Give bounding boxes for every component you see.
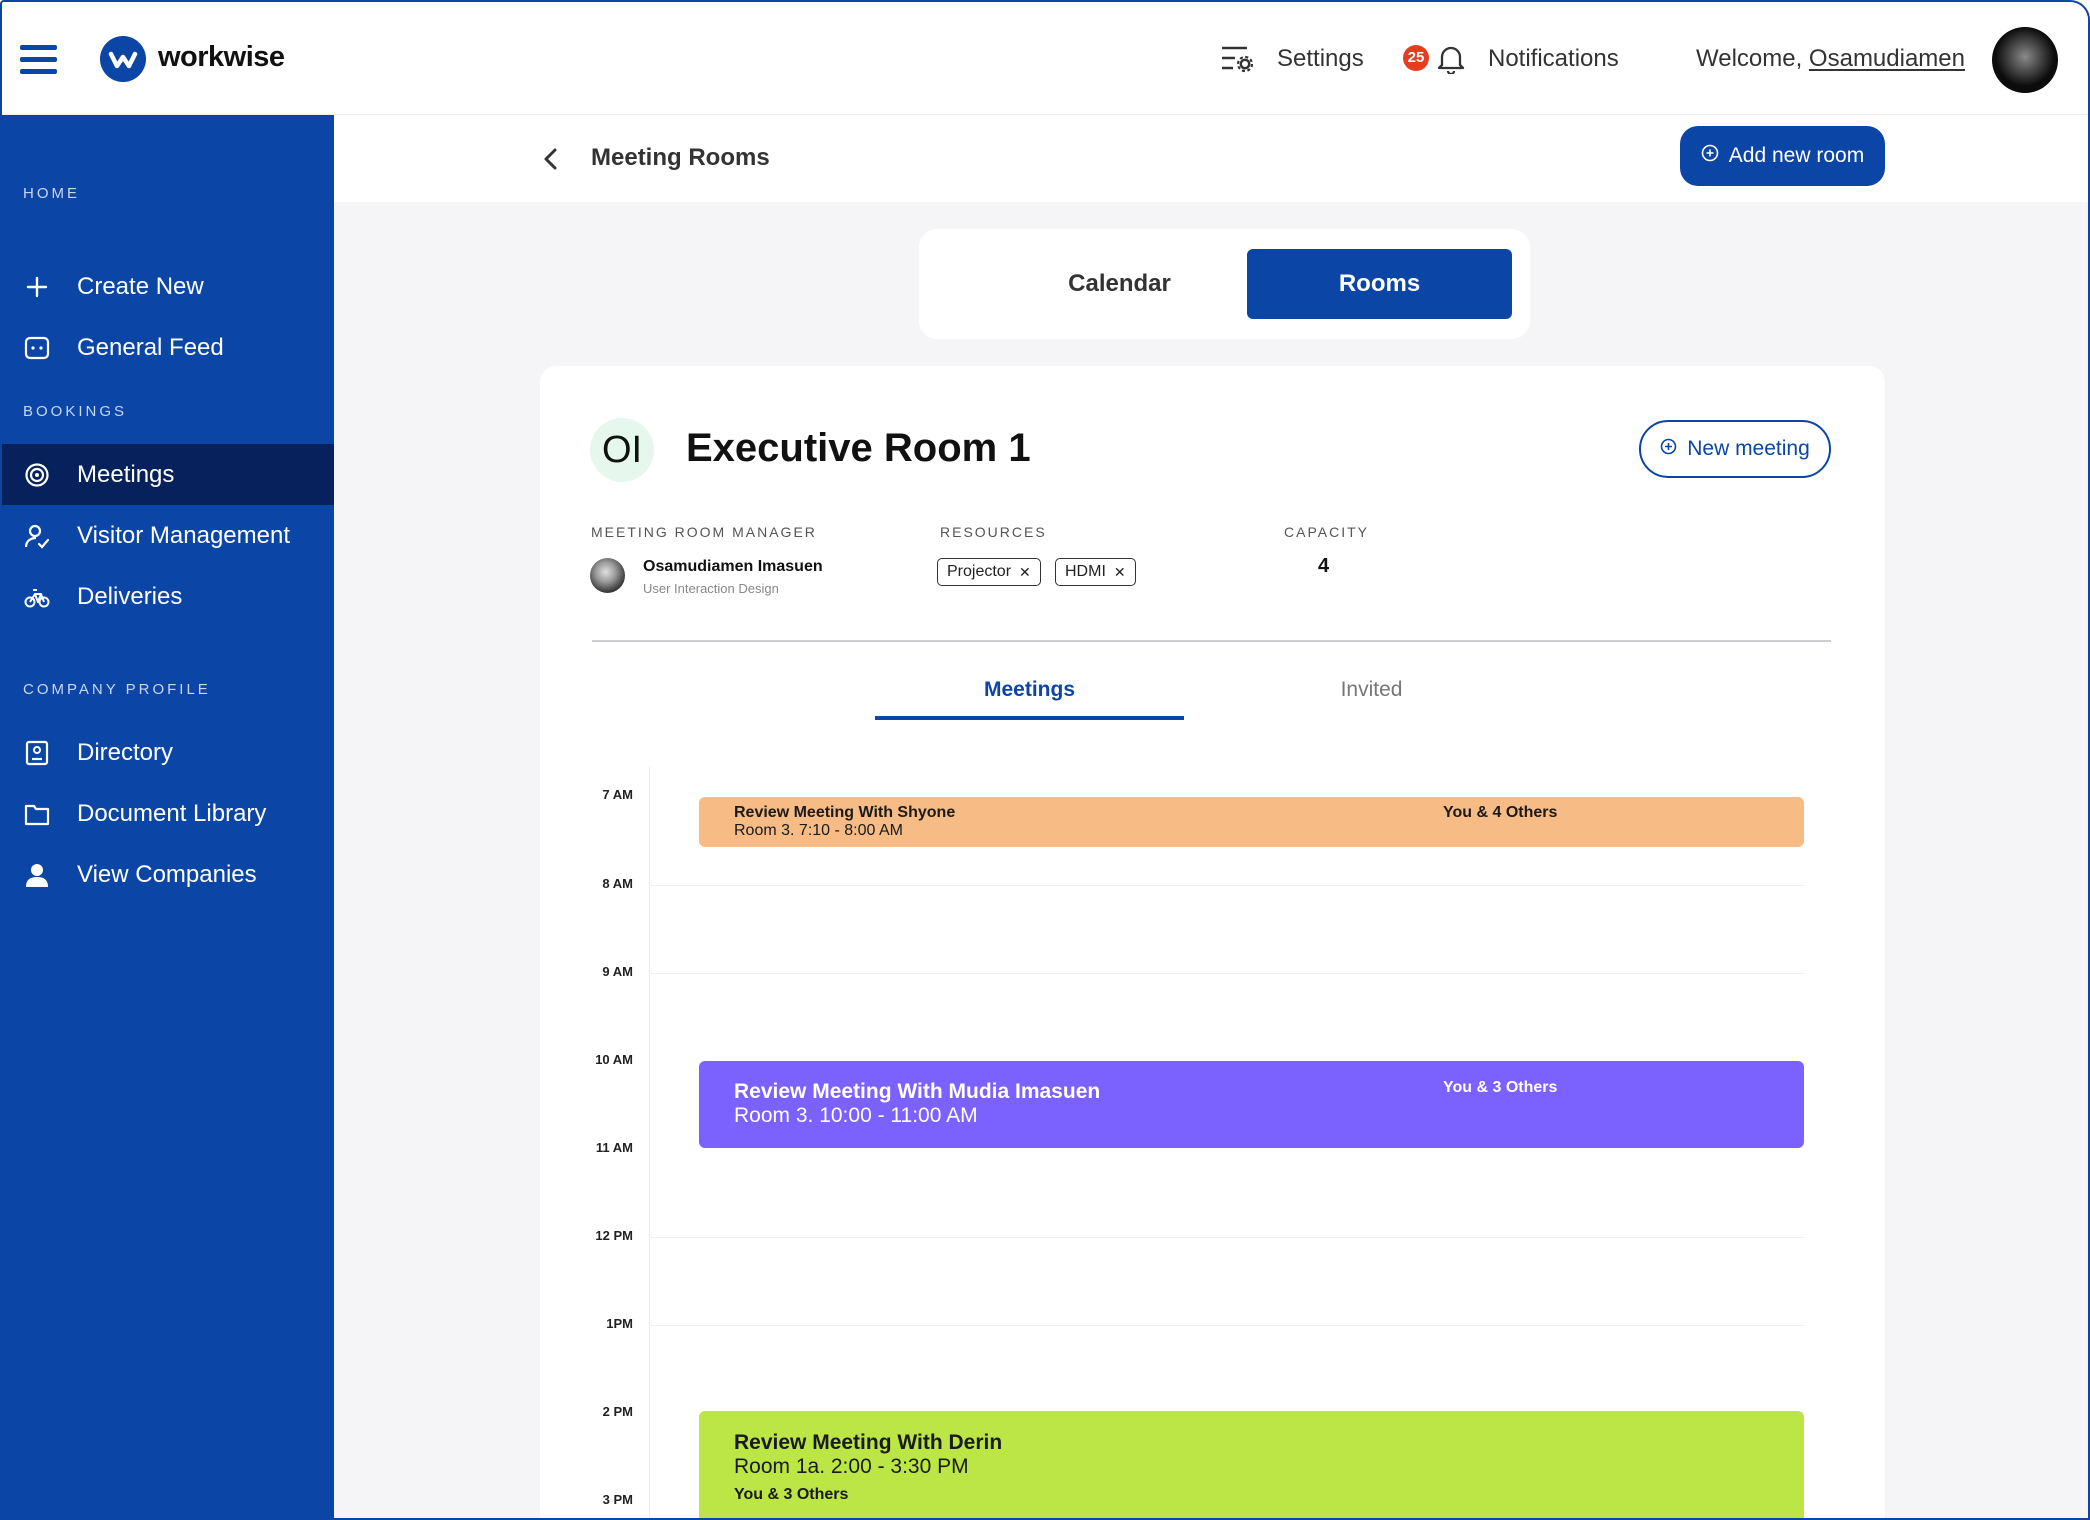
top-bar: workwise Settings 25 Notifications Welco… bbox=[2, 2, 2088, 115]
room-initials-avatar: OI bbox=[590, 418, 654, 482]
sidebar-item-label: Deliveries bbox=[77, 582, 183, 610]
event-title: Review Meeting With Shyone bbox=[734, 804, 956, 821]
sidebar-item-document-library[interactable]: Document Library bbox=[2, 783, 334, 844]
section-divider bbox=[592, 640, 1831, 642]
schedule-axis bbox=[649, 767, 650, 1518]
settings-icon[interactable] bbox=[1221, 44, 1254, 74]
target-icon bbox=[23, 461, 51, 489]
app-window: workwise Settings 25 Notifications Welco… bbox=[0, 0, 2090, 1520]
tab-calendar[interactable]: Calendar bbox=[990, 248, 1249, 319]
sidebar-item-visitor-management[interactable]: Visitor Management bbox=[2, 505, 334, 566]
sidebar-item-create-new[interactable]: Create New bbox=[2, 256, 334, 317]
resource-chip: Projector ✕ bbox=[937, 558, 1041, 586]
remove-resource-icon[interactable]: ✕ bbox=[1114, 564, 1126, 581]
hour-gridline bbox=[650, 1325, 1805, 1326]
event-attendees: You & 4 Others bbox=[1443, 804, 1558, 821]
visitor-icon bbox=[23, 522, 51, 550]
meeting-event[interactable]: Review Meeting With Mudia Imasuen Room 3… bbox=[699, 1061, 1804, 1148]
resources-label: RESOURCES bbox=[940, 524, 1047, 540]
plus-circle-icon bbox=[1660, 437, 1677, 461]
event-details: Room 1a. 2:00 - 3:30 PM bbox=[734, 1455, 969, 1478]
hour-label: 3 PM bbox=[602, 1492, 633, 1507]
active-tab-indicator bbox=[875, 716, 1184, 720]
capacity-value: 4 bbox=[1318, 555, 1330, 577]
sidebar-heading-bookings: BOOKINGS bbox=[23, 403, 128, 420]
tab-invited[interactable]: Invited bbox=[1217, 678, 1526, 702]
sidebar-item-label: Create New bbox=[77, 272, 204, 300]
sidebar-item-label: Visitor Management bbox=[77, 521, 290, 549]
sidebar-item-label: Meetings bbox=[77, 460, 175, 488]
sidebar-item-directory[interactable]: Directory bbox=[2, 722, 334, 783]
resource-chip-label: Projector bbox=[947, 563, 1012, 580]
remove-resource-icon[interactable]: ✕ bbox=[1019, 564, 1031, 581]
event-title: Review Meeting With Mudia Imasuen bbox=[734, 1080, 1101, 1103]
capacity-label: CAPACITY bbox=[1284, 524, 1369, 540]
sidebar-item-label: Directory bbox=[77, 738, 174, 766]
new-meeting-button[interactable]: New meeting bbox=[1639, 420, 1831, 478]
hour-label: 8 AM bbox=[602, 876, 633, 891]
notifications-link[interactable]: Notifications bbox=[1488, 45, 1619, 73]
hour-label: 10 AM bbox=[595, 1052, 633, 1067]
workwise-logo-icon[interactable] bbox=[100, 36, 146, 82]
hour-label: 11 AM bbox=[595, 1140, 633, 1155]
manager-role: User Interaction Design bbox=[643, 581, 779, 596]
sidebar-item-label: Document Library bbox=[77, 799, 267, 827]
plus-circle-icon bbox=[1701, 144, 1719, 168]
notification-count-badge: 25 bbox=[1403, 45, 1429, 71]
hour-label: 1PM bbox=[606, 1316, 633, 1331]
manager-name: Osamudiamen Imasuen bbox=[643, 558, 823, 575]
feed-icon bbox=[23, 334, 51, 362]
page-title: Meeting Rooms bbox=[591, 144, 770, 171]
sidebar-item-meetings[interactable]: Meetings bbox=[2, 444, 334, 505]
hour-gridline bbox=[650, 1237, 1805, 1238]
sidebar: HOME Create New General Feed BOOKINGS Me… bbox=[2, 115, 334, 1518]
new-meeting-label: New meeting bbox=[1687, 437, 1810, 460]
resource-chip: HDMI ✕ bbox=[1055, 558, 1136, 586]
hour-label: 7 AM bbox=[602, 787, 633, 802]
bell-icon[interactable] bbox=[1437, 44, 1465, 76]
back-arrow-icon[interactable] bbox=[539, 145, 563, 173]
brand-name[interactable]: workwise bbox=[158, 41, 285, 74]
hour-gridline bbox=[650, 973, 1805, 974]
sidebar-heading-home: HOME bbox=[23, 185, 80, 202]
hour-label: 12 PM bbox=[595, 1228, 633, 1243]
person-icon bbox=[23, 861, 51, 889]
sidebar-item-label: View Companies bbox=[77, 860, 257, 888]
hour-label: 2 PM bbox=[602, 1404, 633, 1419]
manager-label: MEETING ROOM MANAGER bbox=[591, 524, 817, 540]
sidebar-heading-company-profile: COMPANY PROFILE bbox=[23, 681, 211, 698]
bicycle-icon bbox=[23, 583, 51, 611]
user-avatar[interactable] bbox=[1992, 27, 2058, 93]
tab-meetings[interactable]: Meetings bbox=[875, 678, 1184, 720]
sidebar-item-general-feed[interactable]: General Feed bbox=[2, 317, 334, 378]
event-attendees: You & 3 Others bbox=[1443, 1079, 1558, 1096]
menu-icon[interactable] bbox=[20, 45, 57, 75]
event-attendees: You & 3 Others bbox=[734, 1486, 849, 1503]
room-name: Executive Room 1 bbox=[686, 426, 1031, 470]
sidebar-item-deliveries[interactable]: Deliveries bbox=[2, 566, 334, 627]
manager-avatar bbox=[590, 558, 625, 593]
resource-chip-label: HDMI bbox=[1065, 563, 1106, 580]
plus-icon bbox=[23, 273, 51, 301]
event-title: Review Meeting With Derin bbox=[734, 1431, 1003, 1454]
welcome-prefix: Welcome, bbox=[1696, 45, 1809, 72]
tab-rooms[interactable]: Rooms bbox=[1247, 249, 1512, 319]
add-new-room-button[interactable]: Add new room bbox=[1680, 126, 1885, 186]
directory-icon bbox=[23, 739, 51, 767]
sidebar-item-label: General Feed bbox=[77, 333, 224, 361]
meeting-event[interactable]: Review Meeting With Shyone Room 3. 7:10 … bbox=[699, 797, 1804, 847]
event-details: Room 3. 7:10 - 8:00 AM bbox=[734, 822, 903, 839]
welcome-message: Welcome, Osamudiamen bbox=[1696, 45, 1965, 73]
user-profile-link[interactable]: Osamudiamen bbox=[1809, 45, 1965, 72]
hour-gridline bbox=[650, 885, 1805, 886]
add-new-room-label: Add new room bbox=[1728, 144, 1865, 167]
meeting-event[interactable]: Review Meeting With Derin Room 1a. 2:00 … bbox=[699, 1411, 1804, 1518]
folder-icon bbox=[23, 800, 51, 828]
sidebar-item-view-companies[interactable]: View Companies bbox=[2, 844, 334, 905]
settings-link[interactable]: Settings bbox=[1277, 45, 1364, 73]
hour-label: 9 AM bbox=[602, 964, 633, 979]
event-details: Room 3. 10:00 - 11:00 AM bbox=[734, 1104, 978, 1127]
